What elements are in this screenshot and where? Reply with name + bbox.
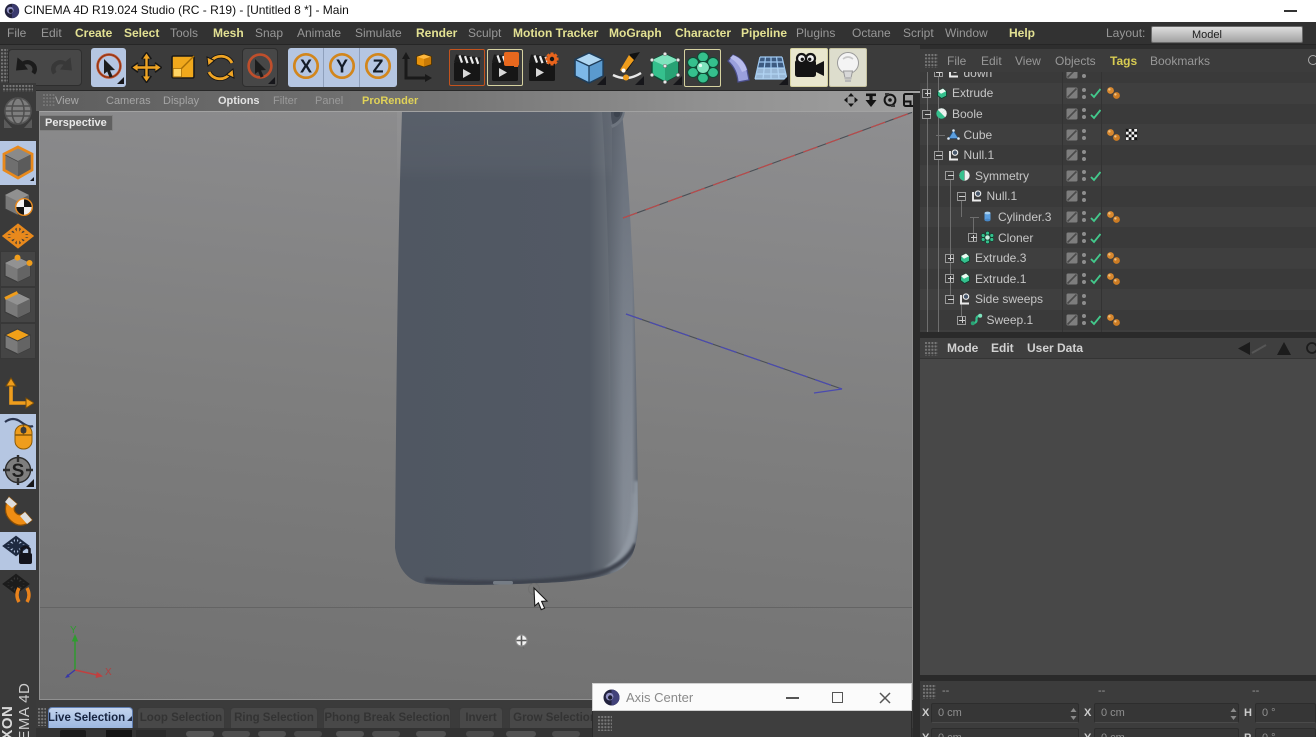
svg-text:Z: Z [373, 57, 384, 77]
svg-text:X: X [105, 667, 112, 678]
svg-text:Y: Y [336, 57, 348, 77]
svg-text:Y: Y [70, 625, 77, 636]
svg-text:S: S [12, 461, 25, 482]
svg-text:X: X [300, 57, 312, 77]
